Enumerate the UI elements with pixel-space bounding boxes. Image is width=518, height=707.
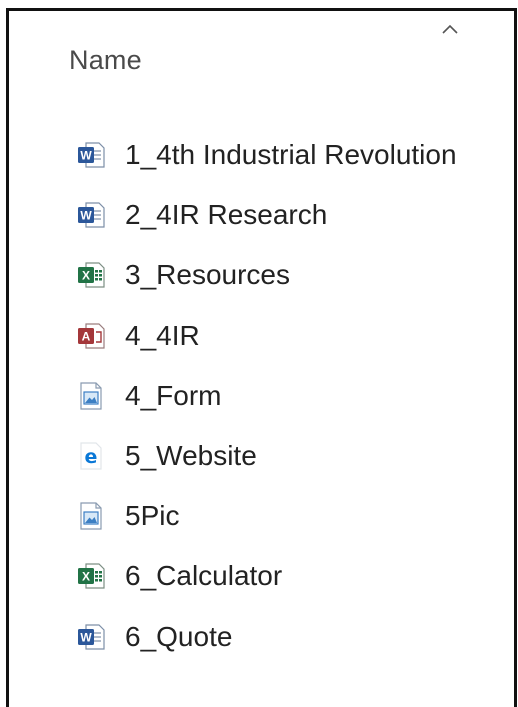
image-file-icon [75,380,107,412]
svg-text:W: W [80,209,92,223]
word-document-icon: W [75,139,107,171]
file-row[interactable]: X 6_Calculator [75,546,457,606]
edge-html-icon: e [75,440,107,472]
file-name: 4_4IR [125,319,200,351]
file-row[interactable]: W 1_4th Industrial Revolution [75,125,457,185]
file-name: 5_Website [125,440,257,472]
access-database-icon: A [75,320,107,352]
file-row[interactable]: 5Pic [75,486,457,546]
file-name: 6_Calculator [125,560,283,592]
svg-text:A: A [82,329,91,343]
svg-text:W: W [80,630,92,644]
word-document-icon: W [75,621,107,653]
file-name: 5Pic [125,500,180,532]
file-row[interactable]: e 5_Website [75,426,457,486]
file-name: 1_4th Industrial Revolution [125,139,457,171]
file-name: 4_Form [125,379,222,411]
file-row[interactable]: W 2_4IR Research [75,185,457,245]
excel-workbook-icon: X [75,259,107,291]
word-document-icon: W [75,199,107,231]
svg-text:X: X [82,269,90,283]
excel-workbook-icon: X [75,560,107,592]
svg-text:X: X [82,570,90,584]
file-row[interactable]: W 6_Quote [75,607,457,667]
column-header-name[interactable]: Name [69,45,142,76]
svg-text:W: W [80,149,92,163]
chevron-up-icon[interactable] [441,23,459,35]
image-file-icon [75,500,107,532]
file-name: 6_Quote [125,620,233,652]
file-name: 2_4IR Research [125,199,328,231]
svg-text:e: e [85,446,98,468]
file-row[interactable]: A 4_4IR [75,306,457,366]
file-row[interactable]: 4_Form [75,366,457,426]
file-name: 3_Resources [125,259,290,291]
file-list: W 1_4th Industrial Revolution W 2_4IR Re… [75,125,457,667]
file-explorer-pane: Name W 1_4th Industrial Revolution W 2_4… [6,8,517,707]
file-row[interactable]: X 3_Resources [75,245,457,305]
